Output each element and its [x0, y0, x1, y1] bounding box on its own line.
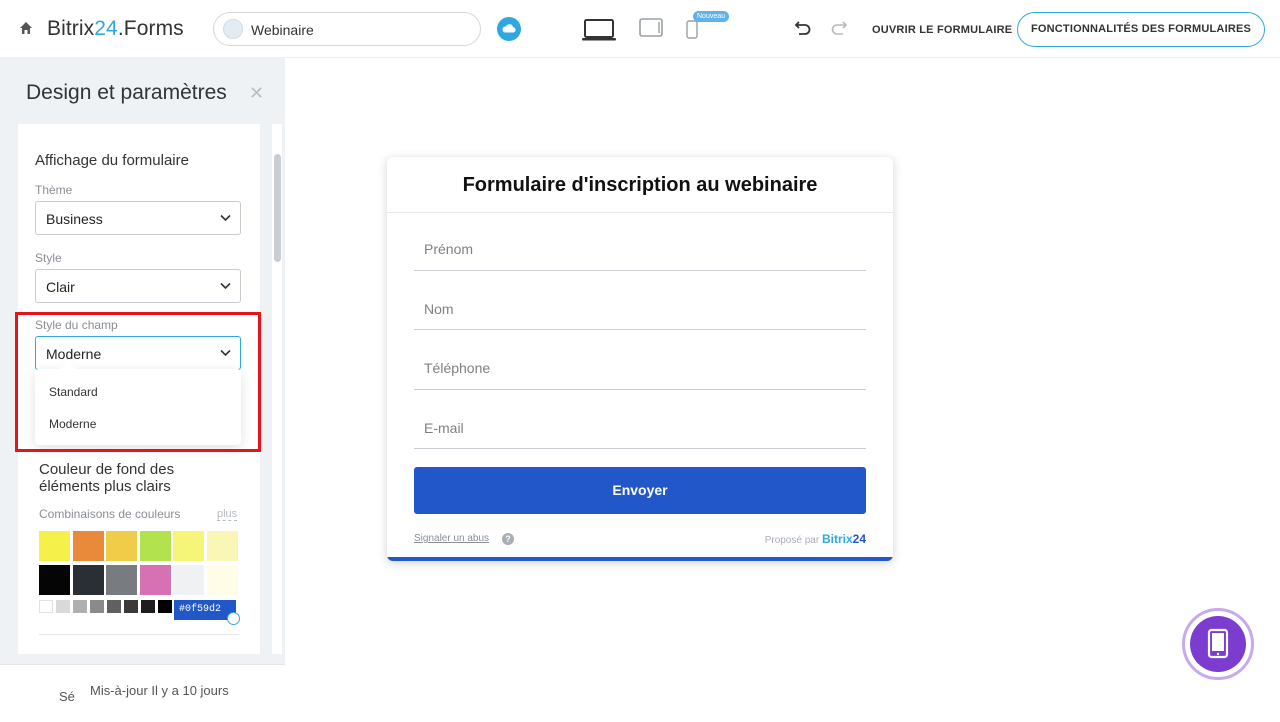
color-combos-label: Combinaisons de couleurs	[39, 507, 181, 521]
style-select[interactable]: Clair	[35, 269, 241, 303]
form-features-button[interactable]: FONCTIONNALITÉS DES FORMULAIRES	[1017, 12, 1265, 47]
tablet-view-icon[interactable]	[639, 18, 663, 38]
style-label: Style	[35, 251, 62, 265]
field-last-name[interactable]: Nom	[424, 301, 454, 317]
color-swatch[interactable]	[39, 600, 53, 613]
form-bottom-bar	[387, 557, 893, 561]
mobile-view-icon[interactable]	[686, 20, 698, 39]
form-preview: Formulaire d'inscription au webinaire Pr…	[387, 157, 893, 561]
section-title: Affichage du formulaire	[35, 152, 189, 169]
chevron-down-icon	[220, 214, 231, 222]
style-value: Clair	[46, 279, 75, 295]
bg-color-title: Couleur de fond des éléments plus clairs	[39, 461, 175, 495]
color-swatch[interactable]	[73, 600, 87, 613]
help-icon[interactable]: ?	[502, 533, 514, 545]
top-bar: Bitrix24.Forms Webinaire Nouveau OUVRIR …	[0, 0, 1280, 58]
field-first-name[interactable]: Prénom	[424, 241, 473, 257]
form-header-divider	[387, 212, 893, 213]
open-form-link[interactable]: OUVRIR LE FORMULAIRE	[872, 24, 1012, 36]
color-swatch[interactable]	[72, 531, 104, 561]
new-badge: Nouveau	[693, 11, 730, 22]
color-swatch[interactable]	[90, 600, 104, 613]
highlight-frame	[15, 312, 261, 452]
field-underline	[414, 329, 866, 330]
field-underline	[414, 448, 866, 449]
report-abuse-link[interactable]: Signaler un abus	[414, 533, 489, 544]
color-swatch[interactable]	[106, 531, 137, 561]
color-swatch[interactable]	[124, 600, 138, 613]
color-swatch[interactable]	[141, 600, 155, 613]
color-swatch[interactable]	[56, 600, 70, 613]
color-swatch[interactable]	[139, 531, 171, 561]
color-swatch[interactable]	[173, 565, 204, 595]
scrollbar-thumb[interactable]	[274, 154, 281, 262]
mobile-preview-button[interactable]	[1190, 616, 1246, 672]
desktop-view-icon[interactable]	[582, 18, 616, 42]
form-title: Formulaire d'inscription au webinaire	[462, 174, 818, 196]
color-swatch[interactable]	[106, 565, 137, 595]
divider	[39, 634, 239, 635]
form-thumbnail-icon	[223, 19, 243, 39]
powered-by: Proposé par Bitrix24	[764, 532, 866, 546]
field-email[interactable]: E-mail	[424, 420, 464, 436]
color-swatch[interactable]	[39, 531, 70, 561]
tablet-icon	[1207, 628, 1229, 659]
chevron-down-icon	[220, 282, 231, 290]
updated-status: Mis-à-jour Il y a 10 jours	[90, 683, 229, 698]
submit-button[interactable]: Envoyer	[414, 467, 866, 514]
color-swatch[interactable]	[39, 565, 70, 595]
theme-value: Business	[46, 211, 103, 227]
color-swatch[interactable]	[72, 565, 104, 595]
field-underline	[414, 270, 866, 271]
field-phone[interactable]: Téléphone	[424, 360, 490, 376]
undo-icon[interactable]	[794, 20, 812, 36]
form-name-value: Webinaire	[251, 22, 314, 38]
color-swatch[interactable]	[206, 565, 238, 595]
color-swatch[interactable]	[139, 565, 171, 595]
home-icon[interactable]	[19, 21, 33, 35]
color-swatch[interactable]	[158, 600, 172, 613]
color-swatch[interactable]	[173, 531, 204, 561]
panel-title: Design et paramètres	[26, 81, 227, 104]
redo-icon[interactable]	[830, 20, 848, 36]
form-name-input[interactable]: Webinaire	[213, 12, 481, 46]
theme-select[interactable]: Business	[35, 201, 241, 235]
footer-truncated-text: Sé	[59, 689, 75, 704]
close-icon[interactable]: ✕	[249, 83, 264, 104]
field-underline	[414, 389, 866, 390]
theme-label: Thème	[35, 183, 73, 197]
check-icon	[227, 612, 240, 625]
color-swatch[interactable]	[206, 531, 238, 561]
panel-footer: Sé Mis-à-jour Il y a 10 jours	[0, 664, 285, 722]
cloud-save-icon[interactable]	[497, 17, 521, 41]
app-logo[interactable]: Bitrix24.Forms	[47, 17, 184, 41]
more-colors-link[interactable]: plus	[217, 508, 238, 521]
color-swatch[interactable]	[107, 600, 121, 613]
